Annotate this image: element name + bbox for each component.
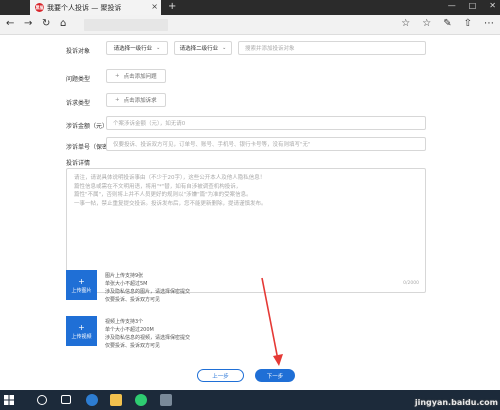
upload-image-button[interactable]: + 上传图片 <box>66 270 97 300</box>
notes-icon[interactable]: ✎ <box>443 18 451 29</box>
back-icon[interactable]: ← <box>6 18 14 29</box>
upload-image-desc-line: 单张大小不超过5M <box>105 281 148 287</box>
next-step-button[interactable]: 下一步 <box>255 369 295 382</box>
windows-start-icon[interactable] <box>3 394 15 406</box>
wechat-icon[interactable] <box>135 394 147 406</box>
amount-label: 涉诉金额（元） <box>66 123 109 130</box>
target-label: 投诉对象 <box>66 48 91 55</box>
plus-icon: + <box>78 276 85 286</box>
file-explorer-icon[interactable] <box>110 394 122 406</box>
browser-navbar: ← → ↻ ⌂ ☆ ☆ ✎ ⇧ ⋯ <box>0 15 500 35</box>
target-search-input[interactable]: 搜索并添加投诉对象 <box>238 41 426 55</box>
upload-video-desc-line: 仅要投诉、投诉双方可见 <box>105 343 161 349</box>
complaint-form: 投诉对象 请选择一级行业 ⌄ 请选择二级行业 ⌄ 搜索并添加投诉对象 问题类型 + 点… <box>0 36 500 382</box>
tab-close-icon[interactable]: × <box>151 2 158 11</box>
chevron-down-icon: ⌄ <box>156 45 161 51</box>
favorites-list-icon[interactable]: ☆ <box>422 18 431 29</box>
app-icon[interactable] <box>160 394 172 406</box>
plus-icon: + <box>115 73 120 79</box>
upload-video-button[interactable]: + 上传视频 <box>66 316 97 346</box>
demand-type-label: 诉求类型 <box>66 100 91 107</box>
industry-select-2-value: 请选择二级行业 <box>179 46 219 52</box>
industry-select-1[interactable]: 请选择一级行业 ⌄ <box>106 41 168 55</box>
upload-image-desc: 图片上传支持9张 单张大小不超过5M 涉及隐私信息的图片，请选择保密提交 仅要投… <box>105 272 190 304</box>
details-placeholder-line: 请注，请说具体说明投诉事由（不少于20字），这些公开本人及他人隐私信息！ <box>74 175 266 181</box>
details-placeholder-line: 一事一帖，禁止重复提交投诉。投诉发布后，您不能更新删除，提请谨慎发布。 <box>74 200 267 207</box>
favorite-icon[interactable]: ☆ <box>401 18 410 29</box>
details-label: 投诉详情 <box>66 160 91 167</box>
browser-titlebar: 黑猫 我要个人投诉 — 聚投诉 × + — □ ✕ <box>0 0 500 15</box>
minimize-icon[interactable]: — <box>448 1 456 10</box>
forward-icon[interactable]: → <box>24 18 32 29</box>
upload-image-desc-line: 图片上传支持9张 <box>105 273 144 279</box>
upload-image-desc-line: 涉及隐私信息的图片，请选择保密提交 <box>105 289 191 295</box>
share-icon[interactable]: ⇧ <box>464 18 472 29</box>
refresh-icon[interactable]: ↻ <box>42 18 50 29</box>
new-tab-icon[interactable]: + <box>168 1 176 12</box>
char-counter: 0/2000 <box>403 280 419 286</box>
plus-icon: + <box>115 97 120 103</box>
upload-image-label: 上传图片 <box>71 287 92 294</box>
edge-browser-icon[interactable] <box>86 394 98 406</box>
account-input[interactable]: 仅要投诉、投诉双方可见，订单号、账号、手机号、银行卡号等，没有则填写"无" <box>106 137 426 151</box>
prev-step-button[interactable]: 上一步 <box>197 369 244 382</box>
window-controls: — □ ✕ <box>448 1 496 10</box>
details-placeholder-line: 篇性"不属"，否则将上并不人员更好的规则以"涉嫌"篇"为准的受案信息。 <box>74 192 252 198</box>
task-view-icon[interactable] <box>61 395 71 404</box>
amount-input[interactable]: 个案涉诉金额（元），如无请0 <box>106 116 426 130</box>
add-demand-label: 点击添加诉求 <box>123 98 157 104</box>
add-demand-button[interactable]: + 点击添加诉求 <box>106 93 166 107</box>
plus-icon: + <box>78 322 85 332</box>
industry-select-2[interactable]: 请选择二级行业 ⌄ <box>174 41 232 55</box>
add-issue-button[interactable]: + 点击添加问题 <box>106 69 166 83</box>
more-icon[interactable]: ⋯ <box>484 18 494 29</box>
tab-title: 我要个人投诉 — 聚投诉 <box>47 3 122 12</box>
upload-video-desc-line: 视频上传支持3个 <box>105 319 144 325</box>
site-logo-icon: 黑猫 <box>35 3 44 12</box>
maximize-icon[interactable]: □ <box>469 1 477 10</box>
address-bar[interactable] <box>84 19 168 31</box>
upload-video-desc: 视频上传支持3个 单个大小不超过200M 涉及隐私信息的视频，请选择保密提交 仅… <box>105 318 190 350</box>
home-icon[interactable]: ⌂ <box>60 18 66 29</box>
chevron-down-icon: ⌄ <box>222 45 227 51</box>
upload-image-desc-line: 仅要投诉、投诉双方可见 <box>105 297 161 303</box>
details-placeholder-line: 篇性信息或需在不文明用语，将用"*"替，如有自涉被调查机构投诉， <box>74 183 242 190</box>
search-icon[interactable] <box>37 395 47 405</box>
browser-toolbar-right: ☆ ☆ ✎ ⇧ ⋯ <box>401 18 494 29</box>
upload-video-desc-line: 单个大小不超过200M <box>105 327 154 333</box>
industry-select-1-value: 请选择一级行业 <box>113 46 153 52</box>
browser-tab[interactable]: 黑猫 我要个人投诉 — 聚投诉 × <box>30 0 161 15</box>
watermark-text: jingyan.baidu.com <box>414 398 498 407</box>
close-window-icon[interactable]: ✕ <box>489 1 496 10</box>
upload-video-label: 上传视频 <box>71 333 92 340</box>
upload-video-desc-line: 涉及隐私信息的视频，请选择保密提交 <box>105 335 191 341</box>
add-issue-label: 点击添加问题 <box>123 74 157 80</box>
issue-type-label: 问题类型 <box>66 76 91 83</box>
